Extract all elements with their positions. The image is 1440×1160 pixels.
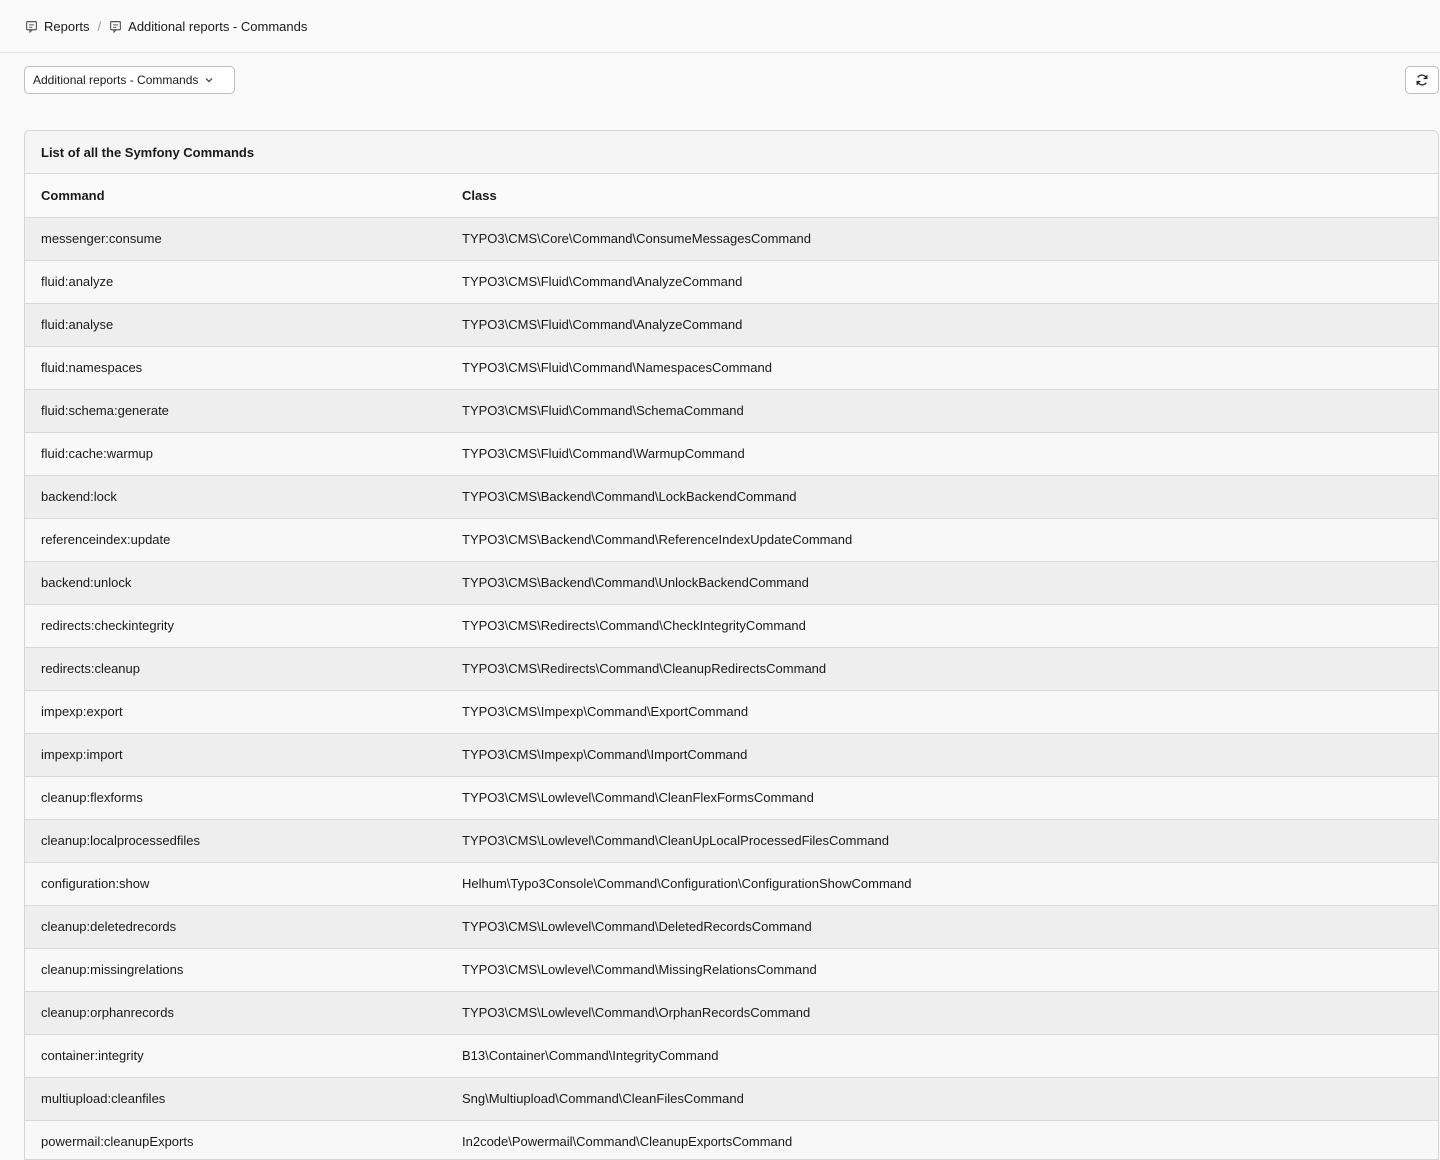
- table-row: backend:unlock TYPO3\CMS\Backend\Command\…: [25, 561, 1438, 605]
- table-row: fluid:cache:warmup TYPO3\CMS\Fluid\Comman…: [25, 432, 1438, 476]
- command-cell: container:integrity: [25, 1034, 446, 1078]
- table-row: cleanup:orphanrecords TYPO3\CMS\Lowlevel\…: [25, 991, 1438, 1035]
- command-cell: multiupload:cleanfiles: [25, 1077, 446, 1121]
- command-cell: fluid:analyse: [25, 303, 446, 347]
- command-cell: messenger:consume: [25, 217, 446, 261]
- class-cell: TYPO3\CMS\Lowlevel\Command\CleanFlexForm…: [446, 776, 1438, 820]
- class-cell: TYPO3\CMS\Fluid\Command\WarmupCommand: [446, 432, 1438, 476]
- table-row: impexp:export TYPO3\CMS\Impexp\Command\Ex…: [25, 690, 1438, 734]
- table-row: configuration:show Helhum\Typo3Console\Co…: [25, 862, 1438, 906]
- refresh-button[interactable]: [1405, 66, 1439, 94]
- report-selector-dropdown[interactable]: Additional reports - Commands: [24, 66, 235, 94]
- table-header-row: Command Class: [25, 174, 1438, 218]
- panel-title: List of all the Symfony Commands: [25, 131, 1438, 174]
- commands-table: Command Class messenger:consume TYPO3\CMS…: [25, 174, 1438, 1159]
- class-cell: TYPO3\CMS\Redirects\Command\CheckIntegri…: [446, 604, 1438, 648]
- class-cell: TYPO3\CMS\Lowlevel\Command\DeletedRecord…: [446, 905, 1438, 949]
- table-row: redirects:cleanup TYPO3\CMS\Redirects\Com…: [25, 647, 1438, 691]
- command-cell: fluid:cache:warmup: [25, 432, 446, 476]
- class-cell: TYPO3\CMS\Fluid\Command\SchemaCommand: [446, 389, 1438, 433]
- table-row: backend:lock TYPO3\CMS\Backend\Command\Lo…: [25, 475, 1438, 519]
- class-cell: Helhum\Typo3Console\Command\Configuratio…: [446, 862, 1438, 906]
- command-cell: redirects:cleanup: [25, 647, 446, 691]
- chevron-down-icon: [205, 78, 213, 83]
- column-header-command: Command: [25, 174, 446, 218]
- table-row: messenger:consume TYPO3\CMS\Core\Command\…: [25, 217, 1438, 261]
- command-cell: referenceindex:update: [25, 518, 446, 562]
- column-header-class: Class: [446, 174, 1438, 218]
- class-cell: TYPO3\CMS\Lowlevel\Command\CleanUpLocalP…: [446, 819, 1438, 863]
- command-cell: cleanup:deletedrecords: [25, 905, 446, 949]
- command-cell: fluid:namespaces: [25, 346, 446, 390]
- class-cell: TYPO3\CMS\Impexp\Command\ExportCommand: [446, 690, 1438, 734]
- table-row: fluid:schema:generate TYPO3\CMS\Fluid\Com…: [25, 389, 1438, 433]
- table-row: multiupload:cleanfiles Sng\Multiupload\Co…: [25, 1077, 1438, 1121]
- command-cell: cleanup:orphanrecords: [25, 991, 446, 1035]
- table-row: cleanup:flexforms TYPO3\CMS\Lowlevel\Comm…: [25, 776, 1438, 820]
- class-cell: In2code\Powermail\Command\CleanupExports…: [446, 1120, 1438, 1159]
- class-cell: B13\Container\Command\IntegrityCommand: [446, 1034, 1438, 1078]
- table-row: redirects:checkintegrity TYPO3\CMS\Redire…: [25, 604, 1438, 648]
- table-row: cleanup:missingrelations TYPO3\CMS\Lowlev…: [25, 948, 1438, 992]
- class-cell: Sng\Multiupload\Command\CleanFilesComman…: [446, 1077, 1438, 1121]
- command-cell: cleanup:localprocessedfiles: [25, 819, 446, 863]
- class-cell: TYPO3\CMS\Backend\Command\ReferenceIndex…: [446, 518, 1438, 562]
- class-cell: TYPO3\CMS\Fluid\Command\AnalyzeCommand: [446, 260, 1438, 304]
- table-row: fluid:namespaces TYPO3\CMS\Fluid\Command\…: [25, 346, 1438, 390]
- table-row: powermail:cleanupExports In2code\Powermai…: [25, 1120, 1438, 1159]
- class-cell: TYPO3\CMS\Fluid\Command\AnalyzeCommand: [446, 303, 1438, 347]
- toolbar: Additional reports - Commands: [0, 53, 1440, 129]
- class-cell: TYPO3\CMS\Backend\Command\UnlockBackendC…: [446, 561, 1438, 605]
- command-cell: cleanup:flexforms: [25, 776, 446, 820]
- table-row: container:integrity B13\Container\Command…: [25, 1034, 1438, 1078]
- table-row: impexp:import TYPO3\CMS\Impexp\Command\Im…: [25, 733, 1438, 777]
- command-cell: fluid:analyze: [25, 260, 446, 304]
- class-cell: TYPO3\CMS\Redirects\Command\CleanupRedir…: [446, 647, 1438, 691]
- command-cell: redirects:checkintegrity: [25, 604, 446, 648]
- report-icon: [26, 20, 37, 33]
- report-icon: [110, 20, 122, 33]
- table-row: cleanup:localprocessedfiles TYPO3\CMS\Low…: [25, 819, 1438, 863]
- top-bar: Reports / Additional reports - Commands: [0, 0, 1440, 53]
- class-cell: TYPO3\CMS\Lowlevel\Command\MissingRelati…: [446, 948, 1438, 992]
- refresh-icon: [1416, 74, 1428, 86]
- command-cell: fluid:schema:generate: [25, 389, 446, 433]
- report-selector-label: Additional reports - Commands: [33, 73, 199, 87]
- class-cell: TYPO3\CMS\Core\Command\ConsumeMessagesCo…: [446, 217, 1438, 261]
- command-cell: impexp:import: [25, 733, 446, 777]
- class-cell: TYPO3\CMS\Fluid\Command\NamespacesComman…: [446, 346, 1438, 390]
- command-cell: backend:unlock: [25, 561, 446, 605]
- commands-panel: List of all the Symfony Commands Command…: [24, 130, 1439, 1160]
- command-cell: cleanup:missingrelations: [25, 948, 446, 992]
- breadcrumb: Reports / Additional reports - Commands: [25, 19, 307, 34]
- command-cell: backend:lock: [25, 475, 446, 519]
- breadcrumb-separator: /: [97, 18, 102, 34]
- class-cell: TYPO3\CMS\Lowlevel\Command\OrphanRecords…: [446, 991, 1438, 1035]
- table-row: fluid:analyze TYPO3\CMS\Fluid\Command\Ana…: [25, 260, 1438, 304]
- table-row: fluid:analyse TYPO3\CMS\Fluid\Command\Ana…: [25, 303, 1438, 347]
- table-row: cleanup:deletedrecords TYPO3\CMS\Lowlevel…: [25, 905, 1438, 949]
- class-cell: TYPO3\CMS\Impexp\Command\ImportCommand: [446, 733, 1438, 777]
- command-cell: powermail:cleanupExports: [25, 1120, 446, 1159]
- class-cell: TYPO3\CMS\Backend\Command\LockBackendCom…: [446, 475, 1438, 519]
- breadcrumb-current[interactable]: Additional reports - Commands: [128, 19, 307, 34]
- command-cell: impexp:export: [25, 690, 446, 734]
- breadcrumb-reports-link[interactable]: Reports: [44, 19, 90, 34]
- table-row: referenceindex:update TYPO3\CMS\Backend\C…: [25, 518, 1438, 562]
- command-cell: configuration:show: [25, 862, 446, 906]
